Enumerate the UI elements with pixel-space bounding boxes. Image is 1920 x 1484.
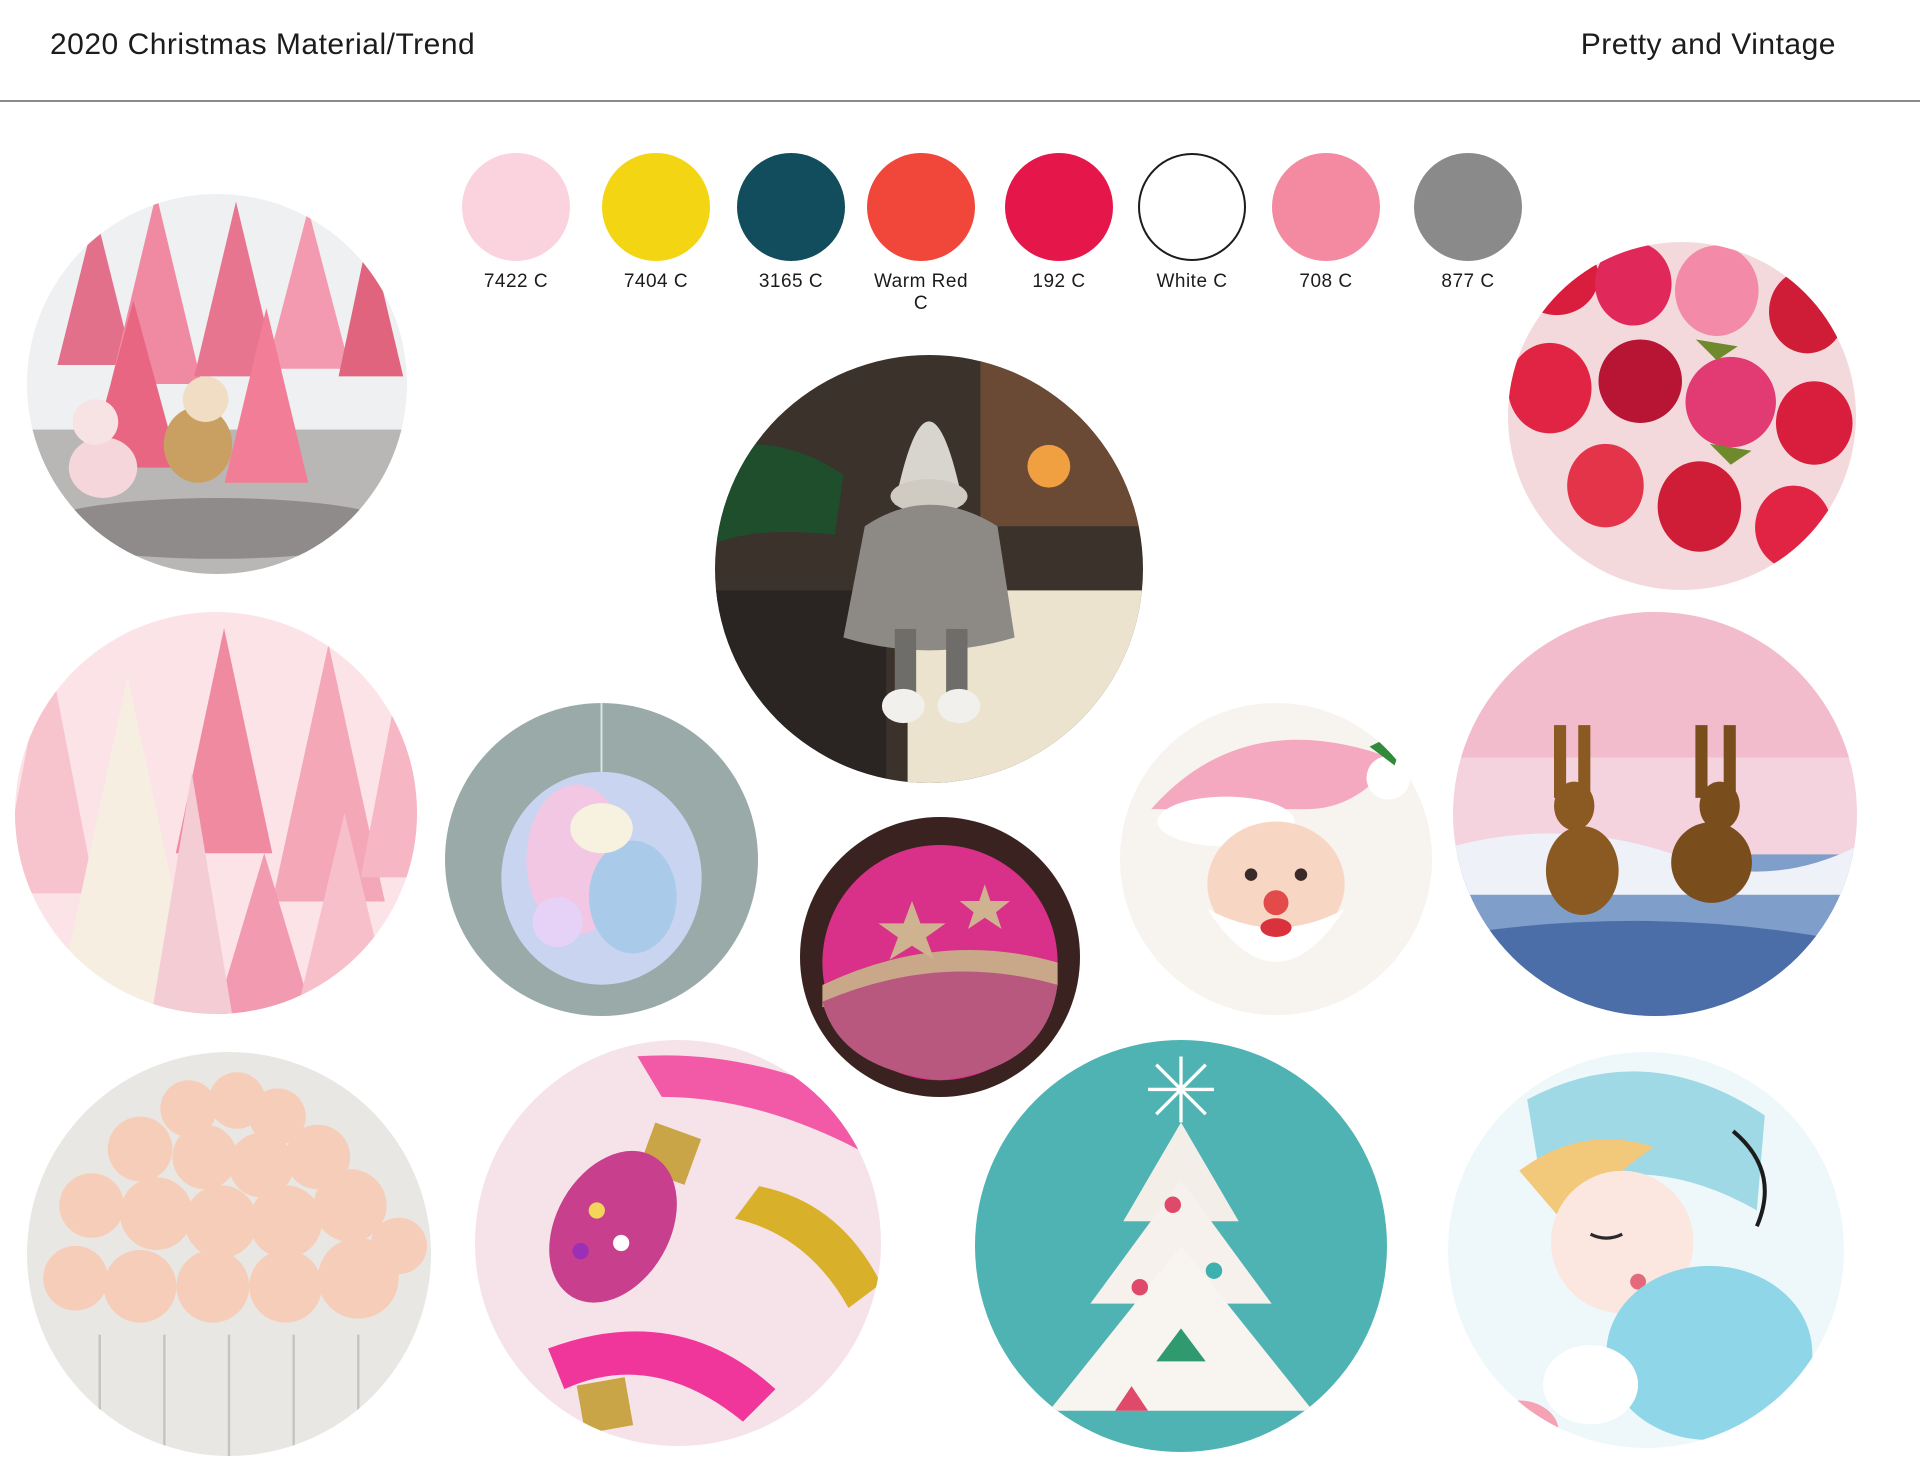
swatch-dot [867, 153, 975, 261]
swatch-label: 7404 C [623, 271, 689, 292]
swatch-dot [1005, 153, 1113, 261]
swatch-877c: 877 C [1413, 153, 1523, 293]
swatch-label: White C [1156, 271, 1228, 292]
swatch-192c: 192 C [1004, 153, 1114, 293]
swatch-7404c: 7404 C [601, 153, 711, 293]
swatch-dot [737, 153, 845, 261]
swatch-label: 3165 C [758, 271, 824, 292]
swatch-dot [462, 153, 570, 261]
swatch-dot [1138, 153, 1246, 261]
swatch-dot [1414, 153, 1522, 261]
swatch-3165c: 3165 C [736, 153, 846, 293]
photo-vintage-white-tree [975, 1040, 1387, 1452]
theme-title: Pretty and Vintage [1580, 28, 1836, 61]
photo-honeycomb-ornament [445, 703, 758, 1016]
swatch-dot [602, 153, 710, 261]
swatch-label: 192 C [1032, 271, 1086, 292]
swatch-white-c: White C [1137, 153, 1247, 293]
swatch-7422c: 7422 C [461, 153, 571, 293]
swatch-label: Warm Red C [873, 271, 969, 314]
document-title: 2020 Christmas Material/Trend [50, 28, 476, 61]
photo-vintage-bunnies [1453, 612, 1857, 1016]
swatch-708c: 708 C [1271, 153, 1381, 293]
photo-pom-pom-garland [27, 1052, 431, 1456]
swatch-label: 7422 C [483, 271, 549, 292]
swatch-label: 708 C [1299, 271, 1353, 292]
photo-strawberry-ornaments [1508, 242, 1856, 590]
photo-pink-cream-trees [15, 612, 417, 1014]
photo-pink-ball-ornament [800, 817, 1080, 1097]
swatch-dot [1272, 153, 1380, 261]
page-header: 2020 Christmas Material/Trend Pretty and… [0, 0, 1920, 102]
swatch-label: 877 C [1441, 271, 1495, 292]
photo-pink-bottle-brush-trees [27, 194, 407, 574]
photo-vintage-angel-girl [1448, 1052, 1844, 1448]
photo-glitter-bulbs [475, 1040, 881, 1446]
swatch-warm-red-c: Warm Red C [866, 153, 976, 315]
photo-vintage-santa [1120, 703, 1432, 1015]
photo-gnome [715, 355, 1143, 783]
